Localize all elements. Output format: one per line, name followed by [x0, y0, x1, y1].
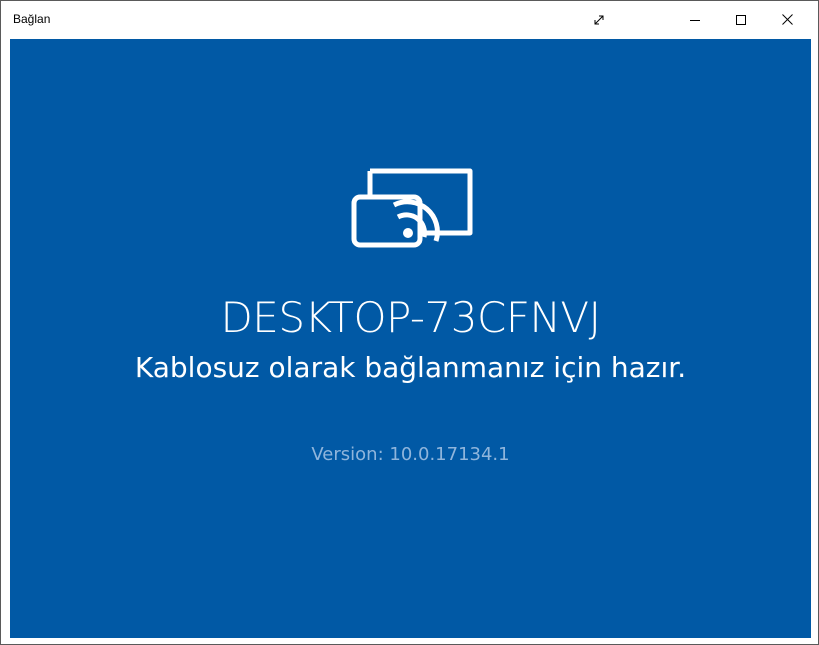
status-text: Kablosuz olarak bağlanmanız için hazır. [134, 351, 687, 384]
window-title: Bağlan [13, 12, 51, 26]
close-button[interactable] [764, 1, 810, 38]
connect-panel: DESKTOP-73CFNVJ Kablosuz olarak bağlanma… [10, 39, 811, 638]
device-name: DESKTOP-73CFNVJ [220, 293, 601, 342]
minimize-icon [690, 15, 700, 25]
app-window: Bağlan DESKTOP-73CFNVJ Kablosuz olarak b… [0, 0, 819, 645]
close-icon [781, 14, 793, 25]
minimize-button[interactable] [672, 1, 718, 38]
version-label: Version: 10.0.17134.1 [311, 444, 510, 465]
title-bar[interactable]: Bağlan [1, 1, 818, 38]
maximize-button[interactable] [718, 1, 764, 38]
maximize-icon [736, 14, 746, 25]
wireless-display-icon [350, 167, 474, 251]
expand-diagonal-icon [593, 14, 605, 26]
fullscreen-button[interactable] [576, 1, 622, 38]
